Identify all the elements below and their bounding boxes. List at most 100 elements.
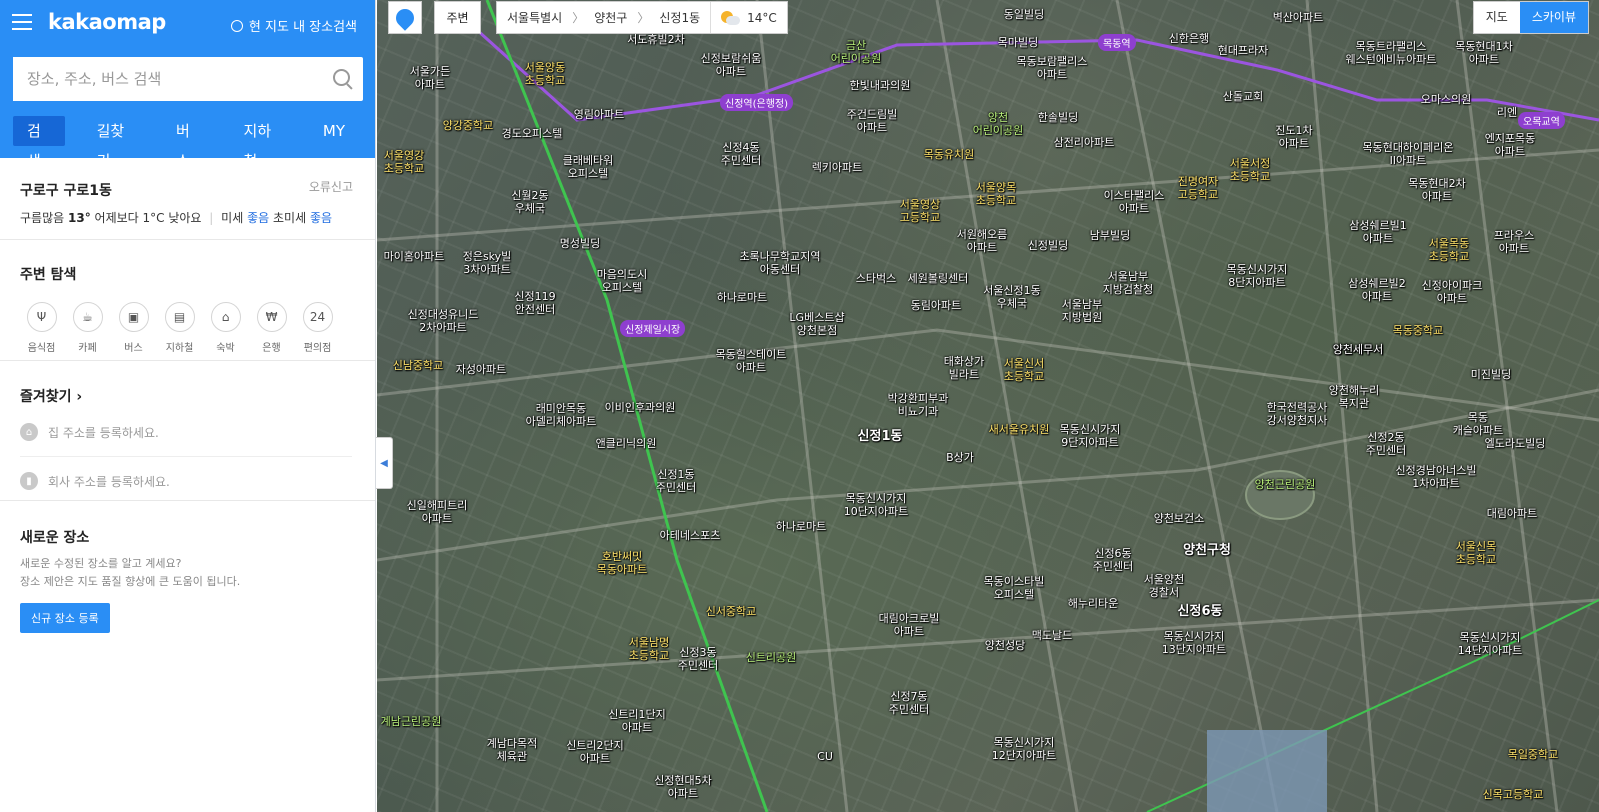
map-label[interactable]: 하나로마트 (717, 291, 768, 304)
map-label[interactable]: 목동현대하이페리온 II아파트 (1362, 141, 1453, 167)
report-error-link[interactable]: 오류신고 (309, 178, 353, 195)
map-label[interactable]: 목동신시가지 10단지아파트 (844, 492, 909, 518)
map-label[interactable]: 계남다목적 체육관 (487, 737, 538, 763)
map-label[interactable]: 신정역(은행정) (720, 94, 794, 111)
map-label[interactable]: 서도휴빌2차 (627, 33, 685, 46)
tab-directions[interactable]: 길찾기 (83, 116, 146, 170)
map-label[interactable]: 아테네스포츠 (660, 529, 721, 542)
map-label[interactable]: 삼전리아파트 (1054, 136, 1115, 149)
map-label[interactable]: 신정현대5차 아파트 (654, 774, 712, 800)
map-label[interactable]: 목동유치원 (924, 148, 975, 161)
map-label[interactable]: 신남중학교 (393, 359, 444, 372)
map-label[interactable]: 목동현대2차 아파트 (1408, 177, 1466, 203)
fav-home[interactable]: ⌂ 집 주소를 등록하세요. (20, 422, 355, 442)
map-label[interactable]: 호반써밋 목동아파트 (597, 550, 648, 576)
nearby-convenience[interactable]: 24 편의점 (293, 302, 342, 354)
map-label[interactable]: 진도1차 아파트 (1275, 124, 1312, 150)
map-label[interactable]: 스타벅스 (856, 272, 896, 285)
map-label[interactable]: 목마빌딩 (998, 36, 1038, 49)
map-label[interactable]: 서울신정1동 우체국 (983, 284, 1041, 310)
map-label[interactable]: 신정4동 주민센터 (721, 141, 761, 167)
map-label[interactable]: 신정6동 (1178, 605, 1223, 618)
fav-work[interactable]: ▮ 회사 주소를 등록하세요. (20, 471, 355, 491)
map-label[interactable]: 한국전력공사 강서양천지사 (1267, 401, 1328, 427)
map-label[interactable]: 앤클리닉의원 (596, 437, 657, 450)
map-label[interactable]: 맥도날드 (1032, 629, 1072, 642)
map-label[interactable]: 신정6동 주민센터 (1093, 547, 1133, 573)
search-in-map-toggle[interactable]: 현 지도 내 장소검색 (230, 16, 357, 35)
breadcrumb-dong[interactable]: 신정1동 (649, 9, 710, 26)
nearby-cafe[interactable]: ☕ 카페 (63, 302, 112, 354)
map-label[interactable]: 대림아크로빌 아파트 (879, 612, 940, 638)
map-label[interactable]: 목동신시가지 13단지아파트 (1162, 630, 1227, 656)
map-label[interactable]: 서울목동 초등학교 (1429, 237, 1469, 263)
map-label[interactable]: 목동 캐슬아파트 (1453, 411, 1504, 437)
map-label[interactable]: 삼성쉐르빌2 아파트 (1348, 277, 1406, 303)
map-label[interactable]: 목동신시가지 8단지아파트 (1227, 263, 1288, 289)
map-label[interactable]: 동일빌딩 (1004, 8, 1044, 21)
map-label[interactable]: 이비인후과의원 (605, 401, 676, 414)
map-label[interactable]: 벽산아파트 (1273, 11, 1324, 24)
map-label[interactable]: 서울서정 초등학교 (1230, 157, 1270, 183)
map-label[interactable]: 신정3동 주민센터 (678, 646, 718, 672)
register-place-button[interactable]: 신규 장소 등록 (20, 603, 110, 633)
map-label[interactable]: 서울양천 경찰서 (1144, 573, 1184, 599)
map-label[interactable]: 서울남명 초등학교 (629, 636, 669, 662)
map-label[interactable]: 새서울유치원 (989, 423, 1050, 436)
map-label[interactable]: 양천근린공원 (1255, 478, 1316, 491)
map-label[interactable]: 한빛내과의원 (850, 79, 911, 92)
map-label[interactable]: 마음의도시 오피스텔 (597, 268, 648, 294)
map-label[interactable]: 진명여자 고등학교 (1178, 175, 1218, 201)
map-label[interactable]: 한솔빌딩 (1038, 111, 1078, 124)
map-label[interactable]: 이스타팰리스 아파트 (1104, 189, 1165, 215)
map-label[interactable]: 목동신시가지 12단지아파트 (992, 736, 1057, 762)
map-label[interactable]: 서울양목 초등학교 (976, 181, 1016, 207)
nearby-restaurant[interactable]: Ψ 음식점 (17, 302, 66, 354)
nearby-lodging[interactable]: ⌂ 숙박 (201, 302, 250, 354)
map-label[interactable]: 양강중학교 (443, 119, 494, 132)
breadcrumb-district[interactable]: 양천구 (584, 9, 637, 26)
map-label[interactable]: 목동힐스테이트 아파트 (716, 348, 787, 374)
map-label[interactable]: 삼성쉐르빌1 아파트 (1349, 219, 1407, 245)
hamburger-menu-icon[interactable] (12, 14, 32, 30)
map-label[interactable]: 신트리공원 (746, 651, 797, 664)
map-label[interactable]: 목동이스타빌 오피스텔 (984, 575, 1045, 601)
map-label[interactable]: 신트리2단지 아파트 (566, 739, 624, 765)
map-label[interactable]: 양천구청 (1183, 544, 1231, 557)
map-label[interactable]: 신트리1단지 아파트 (608, 708, 666, 734)
map-label[interactable]: 정은sky빌 3차아파트 (463, 250, 512, 276)
map-label[interactable]: 금산 어린이공원 (831, 39, 882, 65)
map-label[interactable]: 목동보람팰리스 아파트 (1017, 55, 1088, 81)
map-label[interactable]: 목동현대1차 아파트 (1455, 40, 1513, 66)
map-label[interactable]: 서울영강 초등학교 (384, 149, 424, 175)
map-label[interactable]: 클래베타워 오피스텔 (563, 154, 614, 180)
map-label[interactable]: 리엔 (1497, 106, 1517, 119)
map-label[interactable]: 서울가든 아파트 (410, 65, 450, 91)
map-label[interactable]: 오목교역 (1518, 112, 1565, 129)
favorites-title[interactable]: 즐겨찾기 › (20, 386, 355, 406)
map-type-normal[interactable]: 지도 (1474, 2, 1520, 33)
map-label[interactable]: 마이홈아파트 (384, 250, 445, 263)
map-label[interactable]: 미진빌딩 (1471, 368, 1511, 381)
map-label[interactable]: 대림아파트 (1487, 507, 1538, 520)
map-label[interactable]: B상가 (946, 451, 974, 464)
nearby-subway[interactable]: ▤ 지하철 (155, 302, 204, 354)
map-label[interactable]: 엘도라도빌딩 (1485, 437, 1546, 450)
map-label[interactable]: 서울영상 고등학교 (900, 198, 940, 224)
map-label[interactable]: 양천성당 (985, 639, 1025, 652)
nearby-bus[interactable]: ▣ 버스 (109, 302, 158, 354)
map-label[interactable]: 신정7동 주민센터 (889, 690, 929, 716)
map-label[interactable]: 신정보람쉬움 아파트 (701, 52, 762, 78)
map-label[interactable]: 경도오피스텔 (502, 127, 563, 140)
collapse-sidebar-button[interactable]: ◀ (376, 437, 393, 489)
map-label[interactable]: 신정1동 주민센터 (656, 468, 696, 494)
map-label[interactable]: 자성아파트 (456, 363, 507, 376)
map-label[interactable]: 산돌교회 (1223, 90, 1263, 103)
map-label[interactable]: 오마스의원 (1421, 93, 1472, 106)
map-label[interactable]: 신정1동 (858, 430, 903, 443)
map-label[interactable]: 해누리타운 (1068, 597, 1119, 610)
nearby-button[interactable]: 주변 (434, 1, 481, 34)
map-label[interactable]: 신정경남아너스빌 1차아파트 (1396, 464, 1477, 490)
map-label[interactable]: 초록나무학교지역 아동센터 (740, 250, 821, 276)
map-label[interactable]: 신정119 안전센터 (514, 290, 555, 316)
